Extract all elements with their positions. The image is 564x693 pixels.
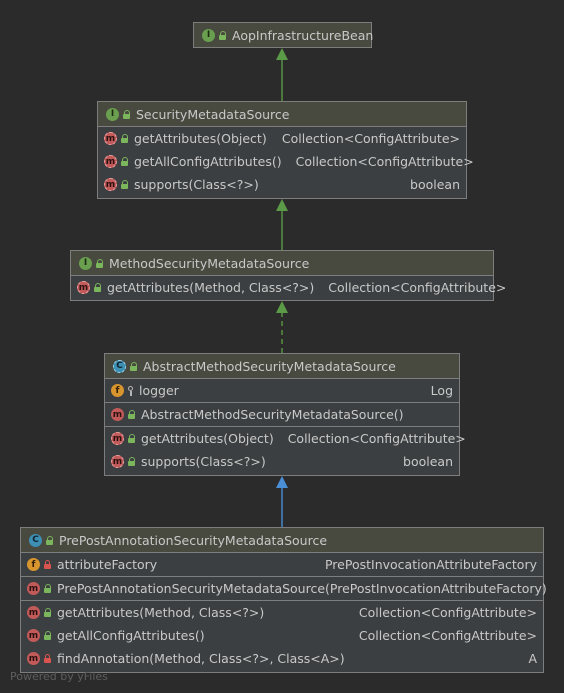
node-pre-post-annotation-security-metadata-source[interactable]: C PrePostAnnotationSecurityMetadataSourc… [20, 527, 547, 673]
abstract-method-icon: m [104, 132, 117, 145]
public-icon [44, 631, 52, 640]
method-row[interactable]: m getAttributes(Method, Class<?>) Collec… [71, 276, 506, 299]
method-return-type: Collection<ConfigAttribute> [358, 605, 537, 620]
public-icon [130, 361, 138, 371]
constructor-name: AbstractMethodSecurityMetadataSource() [141, 407, 404, 422]
node-aop-infrastructure-bean[interactable]: I AopInfrastructureBean [193, 22, 374, 48]
interface-icon: I [202, 28, 215, 42]
method-row[interactable]: m getAllConfigAttributes() Collection<Co… [98, 150, 474, 173]
arrowhead-aop [276, 48, 288, 60]
node-title: AopInfrastructureBean [232, 27, 374, 43]
public-icon [46, 535, 54, 545]
field-row[interactable]: f attributeFactory PrePostInvocationAttr… [21, 553, 543, 576]
node-header: I MethodSecurityMetadataSource [71, 251, 493, 276]
abstract-class-icon: C [113, 359, 126, 373]
method-row[interactable]: m getAttributes(Object) Collection<Confi… [98, 127, 466, 150]
public-icon [121, 157, 129, 166]
method-icon: m [111, 408, 124, 421]
watermark: Powered by yFiles [10, 670, 108, 683]
method-return-type: boolean [410, 177, 460, 192]
interface-icon: I [79, 256, 92, 270]
public-icon [128, 434, 136, 443]
interface-icon: I [106, 107, 119, 121]
field-row[interactable]: f logger Log [105, 379, 459, 402]
method-row[interactable]: m getAllConfigAttributes() Collection<Co… [21, 624, 543, 647]
node-header: C AbstractMethodSecurityMetadataSource [105, 354, 459, 379]
public-icon [121, 180, 129, 189]
method-return-type: A [528, 651, 537, 666]
method-icon: m [27, 652, 40, 665]
abstract-method-icon: m [104, 155, 117, 168]
method-row[interactable]: m findAnnotation(Method, Class<?>, Class… [21, 647, 543, 670]
constructor-name: PrePostAnnotationSecurityMetadataSource(… [57, 581, 547, 596]
node-title: MethodSecurityMetadataSource [109, 255, 310, 271]
protected-icon [128, 385, 134, 396]
arrowhead-sms [276, 199, 288, 211]
method-return-type: Collection<ConfigAttribute> [295, 154, 474, 169]
field-icon: f [111, 384, 124, 397]
node-header: C PrePostAnnotationSecurityMetadataSourc… [21, 528, 543, 553]
method-return-type: boolean [403, 454, 453, 469]
method-return-type: Collection<ConfigAttribute> [281, 131, 460, 146]
class-icon: C [29, 533, 42, 547]
node-title: AbstractMethodSecurityMetadataSource [143, 358, 396, 374]
private-icon [44, 654, 52, 663]
abstract-method-icon: m [111, 432, 124, 445]
method-name: getAttributes(Object) [134, 131, 267, 146]
method-icon: m [27, 629, 40, 642]
constructor-row[interactable]: m PrePostAnnotationSecurityMetadataSourc… [21, 576, 547, 600]
field-icon: f [27, 558, 40, 571]
method-return-type: Collection<ConfigAttribute> [287, 431, 466, 446]
public-icon [128, 410, 136, 419]
method-name: getAttributes(Method, Class<?>) [107, 280, 315, 295]
method-icon: m [27, 606, 40, 619]
method-name: getAllConfigAttributes() [134, 154, 282, 169]
private-icon [44, 560, 52, 569]
method-name: getAllConfigAttributes() [57, 628, 205, 643]
public-icon [123, 109, 131, 119]
public-icon [121, 134, 129, 143]
method-name: supports(Class<?>) [134, 177, 259, 192]
node-security-metadata-source[interactable]: I SecurityMetadataSource m getAttributes… [97, 101, 474, 199]
method-name: getAttributes(Method, Class<?>) [57, 605, 265, 620]
public-icon [94, 283, 102, 292]
public-icon [128, 457, 136, 466]
field-name: logger [139, 383, 179, 398]
method-return-type: Collection<ConfigAttribute> [328, 280, 507, 295]
abstract-method-icon: m [77, 281, 90, 294]
node-header: I SecurityMetadataSource [98, 102, 466, 127]
method-return-type: Collection<ConfigAttribute> [358, 628, 537, 643]
method-name: getAttributes(Object) [141, 431, 274, 446]
method-row[interactable]: m getAttributes(Method, Class<?>) Collec… [21, 600, 543, 624]
method-icon: m [27, 582, 40, 595]
node-title: PrePostAnnotationSecurityMetadataSource [59, 532, 328, 548]
constructor-row[interactable]: m AbstractMethodSecurityMetadataSource() [105, 402, 459, 426]
arrowhead-amsms [276, 476, 288, 488]
arrowhead-msms [276, 301, 288, 313]
method-name: findAnnotation(Method, Class<?>, Class<A… [57, 651, 345, 666]
method-name: supports(Class<?>) [141, 454, 266, 469]
method-row[interactable]: m getAttributes(Object) Collection<Confi… [105, 426, 466, 450]
public-icon [219, 30, 227, 40]
public-icon [44, 584, 52, 593]
public-icon [44, 608, 52, 617]
field-type: PrePostInvocationAttributeFactory [324, 557, 537, 572]
node-header: I AopInfrastructureBean [194, 23, 374, 47]
abstract-method-icon: m [111, 455, 124, 468]
node-method-security-metadata-source[interactable]: I MethodSecurityMetadataSource m getAttr… [70, 250, 506, 301]
public-icon [96, 258, 104, 268]
abstract-method-icon: m [104, 178, 117, 191]
method-row[interactable]: m supports(Class<?>) boolean [105, 450, 459, 473]
node-title: SecurityMetadataSource [136, 106, 290, 122]
method-row[interactable]: m supports(Class<?>) boolean [98, 173, 466, 196]
field-type: Log [430, 383, 453, 398]
field-name: attributeFactory [57, 557, 158, 572]
node-abstract-method-security-metadata-source[interactable]: C AbstractMethodSecurityMetadataSource f… [104, 353, 466, 476]
